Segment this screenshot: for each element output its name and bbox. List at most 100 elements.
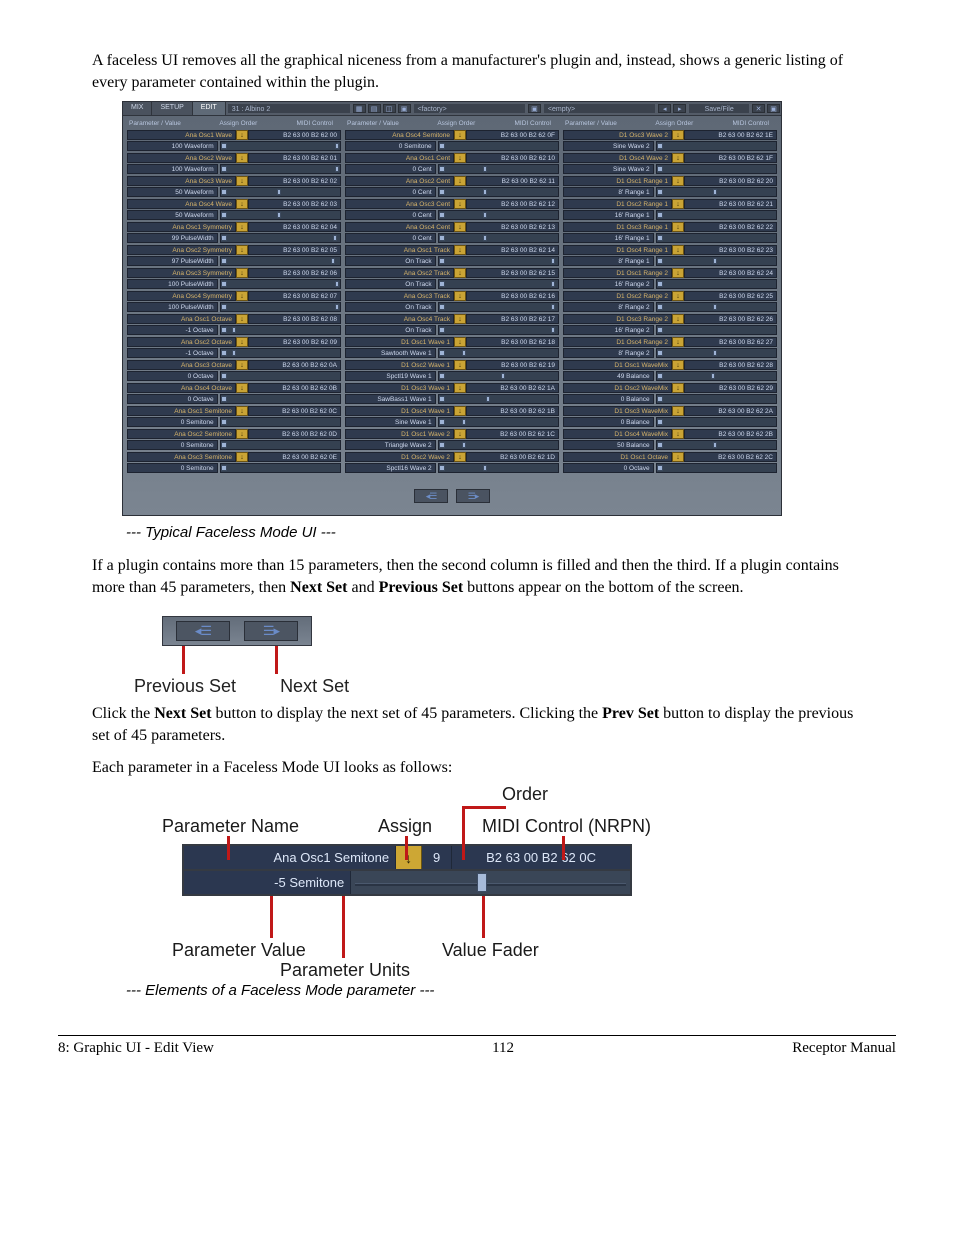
value-fader[interactable] — [656, 371, 777, 381]
assign-button[interactable]: ↓ — [236, 291, 248, 301]
value-fader[interactable] — [220, 325, 341, 335]
tab-mix[interactable]: MIX — [123, 102, 152, 115]
assign-button[interactable]: ↓ — [454, 291, 466, 301]
assign-button[interactable]: ↓ — [672, 406, 684, 416]
value-fader[interactable] — [220, 463, 341, 473]
top-icon-4[interactable]: ▣ — [398, 104, 411, 113]
value-fader[interactable] — [656, 279, 777, 289]
next-set-btn-fig[interactable]: ☰▸ — [244, 621, 298, 641]
factory-field[interactable]: <factory> — [414, 104, 525, 113]
assign-button[interactable]: ↓ — [672, 337, 684, 347]
value-fader[interactable] — [438, 394, 559, 404]
assign-button[interactable]: ↓ — [236, 153, 248, 163]
assign-button[interactable]: ↓ — [236, 406, 248, 416]
value-fader[interactable] — [220, 210, 341, 220]
value-fader[interactable] — [438, 256, 559, 266]
value-fader[interactable] — [656, 256, 777, 266]
value-fader[interactable] — [656, 463, 777, 473]
assign-button[interactable]: ↓ — [672, 360, 684, 370]
assign-button[interactable]: ↓ — [236, 452, 248, 462]
value-fader[interactable] — [438, 325, 559, 335]
assign-button[interactable]: ↓ — [454, 268, 466, 278]
assign-button[interactable]: ↓ — [672, 383, 684, 393]
assign-button[interactable]: ↓ — [454, 452, 466, 462]
value-fader[interactable] — [438, 417, 559, 427]
empty-field[interactable]: <empty> — [544, 104, 655, 113]
value-fader[interactable] — [220, 348, 341, 358]
value-fader[interactable] — [220, 394, 341, 404]
assign-button[interactable]: ↓ — [672, 153, 684, 163]
value-fader[interactable] — [438, 187, 559, 197]
assign-button[interactable]: ↓ — [672, 199, 684, 209]
value-fader[interactable] — [656, 164, 777, 174]
assign-button[interactable]: ↓ — [454, 153, 466, 163]
assign-button[interactable]: ↓ — [236, 429, 248, 439]
next-arrow-icon[interactable]: ▸ — [673, 104, 686, 113]
assign-button[interactable]: ↓ — [672, 130, 684, 140]
tab-setup[interactable]: SETUP — [152, 102, 192, 115]
assign-button[interactable]: ↓ — [454, 406, 466, 416]
top-icon-5[interactable]: ▣ — [528, 104, 541, 113]
value-fader[interactable] — [220, 302, 341, 312]
top-icon-2[interactable]: ▤ — [368, 104, 381, 113]
assign-button[interactable]: ↓ — [236, 222, 248, 232]
assign-button[interactable]: ↓ — [672, 314, 684, 324]
assign-button[interactable]: ↓ — [454, 130, 466, 140]
value-fader[interactable] — [438, 371, 559, 381]
assign-button[interactable]: ↓ — [236, 176, 248, 186]
assign-button[interactable]: ↓ — [236, 314, 248, 324]
prev-arrow-icon[interactable]: ◂ — [658, 104, 671, 113]
assign-button[interactable]: ↓ — [672, 291, 684, 301]
assign-button[interactable]: ↓ — [236, 199, 248, 209]
assign-button[interactable]: ↓ — [672, 176, 684, 186]
value-fader[interactable] — [220, 279, 341, 289]
assign-button[interactable]: ↓ — [236, 360, 248, 370]
value-fader[interactable] — [438, 164, 559, 174]
next-set-button[interactable]: ☰▸ — [456, 489, 490, 503]
value-fader[interactable] — [438, 141, 559, 151]
value-fader[interactable] — [438, 210, 559, 220]
assign-button[interactable]: ↓ — [236, 245, 248, 255]
assign-button[interactable]: ↓ — [454, 314, 466, 324]
value-fader[interactable] — [438, 440, 559, 450]
value-fader[interactable] — [220, 440, 341, 450]
value-fader[interactable] — [656, 417, 777, 427]
assign-button[interactable]: ↓ — [672, 429, 684, 439]
top-icon-6[interactable]: ▣ — [767, 104, 780, 113]
value-fader[interactable] — [656, 141, 777, 151]
assign-button[interactable]: ↓ — [454, 176, 466, 186]
elem-value-fader[interactable] — [351, 871, 630, 894]
value-fader[interactable] — [656, 440, 777, 450]
value-fader[interactable] — [220, 256, 341, 266]
assign-button[interactable]: ↓ — [454, 199, 466, 209]
assign-button[interactable]: ↓ — [454, 337, 466, 347]
value-fader[interactable] — [438, 348, 559, 358]
prev-set-btn-fig[interactable]: ◂☰ — [176, 621, 230, 641]
assign-button[interactable]: ↓ — [454, 429, 466, 439]
value-fader[interactable] — [656, 187, 777, 197]
value-fader[interactable] — [220, 233, 341, 243]
assign-button[interactable]: ↓ — [236, 337, 248, 347]
top-icon-1[interactable]: ▦ — [353, 104, 366, 113]
elem-assign-button[interactable]: ↓ — [396, 846, 422, 869]
assign-button[interactable]: ↓ — [454, 360, 466, 370]
value-fader[interactable] — [656, 233, 777, 243]
prev-set-button[interactable]: ◂☰ — [414, 489, 448, 503]
savefile-button[interactable]: Save/File — [689, 104, 749, 113]
value-fader[interactable] — [656, 210, 777, 220]
value-fader[interactable] — [220, 164, 341, 174]
value-fader[interactable] — [220, 187, 341, 197]
value-fader[interactable] — [438, 302, 559, 312]
assign-button[interactable]: ↓ — [236, 130, 248, 140]
top-icon-3[interactable]: ◫ — [383, 104, 396, 113]
value-fader[interactable] — [220, 371, 341, 381]
value-fader[interactable] — [656, 348, 777, 358]
assign-button[interactable]: ↓ — [672, 222, 684, 232]
assign-button[interactable]: ↓ — [454, 222, 466, 232]
assign-button[interactable]: ↓ — [672, 245, 684, 255]
assign-button[interactable]: ↓ — [454, 245, 466, 255]
assign-button[interactable]: ↓ — [236, 268, 248, 278]
value-fader[interactable] — [220, 417, 341, 427]
assign-button[interactable]: ↓ — [236, 383, 248, 393]
close-icon[interactable]: ✕ — [752, 104, 765, 113]
